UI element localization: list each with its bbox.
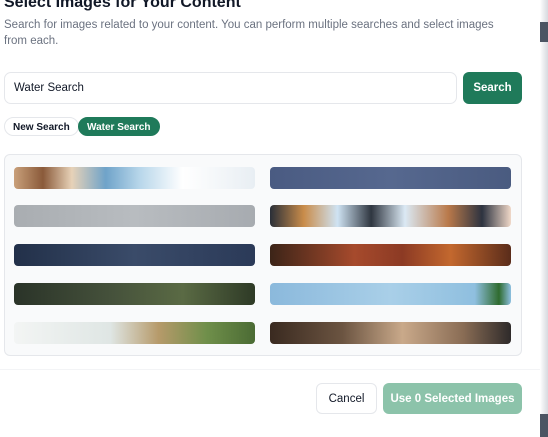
dialog-title: Select Images for Your Content — [4, 0, 241, 11]
cancel-button[interactable]: Cancel — [316, 383, 377, 414]
use-selected-images-button[interactable]: Use 0 Selected Images — [383, 383, 522, 414]
backdrop-element — [540, 22, 548, 42]
image-thumbnail[interactable] — [270, 244, 511, 266]
image-thumbnail[interactable] — [14, 205, 255, 227]
backdrop-edge — [540, 0, 548, 437]
image-results-grid — [4, 154, 522, 356]
image-thumbnail[interactable] — [270, 322, 511, 344]
image-thumbnail[interactable] — [270, 167, 511, 189]
image-thumbnail[interactable] — [270, 283, 511, 305]
image-thumbnail[interactable] — [14, 167, 255, 189]
image-thumbnail[interactable] — [14, 244, 255, 266]
search-button[interactable]: Search — [463, 72, 522, 104]
image-selection-dialog: Select Images for Your Content Search fo… — [0, 0, 548, 437]
search-row: Search — [4, 72, 522, 105]
image-thumbnail[interactable] — [14, 322, 255, 344]
backdrop-element — [540, 414, 548, 437]
image-thumbnail[interactable] — [14, 283, 255, 305]
dialog-subtitle: Search for images related to your conten… — [4, 19, 494, 47]
chip-new-search[interactable]: New Search — [4, 117, 79, 136]
chip-water-search[interactable]: Water Search — [78, 117, 160, 136]
search-input[interactable] — [4, 72, 457, 104]
footer-divider — [0, 369, 540, 370]
image-thumbnail[interactable] — [270, 205, 511, 227]
